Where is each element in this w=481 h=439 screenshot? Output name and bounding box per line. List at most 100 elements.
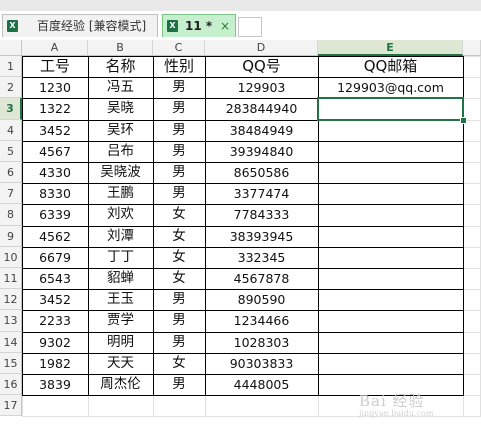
cell-id[interactable]: 4562 [22, 226, 88, 247]
cell-id[interactable]: 4330 [22, 162, 88, 183]
cell-id[interactable]: 6543 [22, 268, 88, 289]
cell-email[interactable] [318, 332, 463, 353]
row-header-16[interactable]: 16 [0, 374, 22, 396]
cell-gender[interactable]: 男 [153, 120, 205, 141]
cell-id[interactable]: 6679 [22, 247, 88, 268]
cell-name[interactable]: 吴晓 [88, 98, 153, 119]
cell-qq[interactable]: 4448005 [205, 374, 318, 395]
cell-id[interactable]: 6339 [22, 204, 88, 225]
cell-email[interactable] [318, 268, 463, 289]
cell-email[interactable] [318, 162, 463, 183]
row-header-4[interactable]: 4 [0, 119, 22, 141]
cell-name[interactable]: 王玉 [88, 289, 153, 310]
row-header-5[interactable]: 5 [0, 140, 22, 162]
cell-qq[interactable]: 283844940 [205, 98, 318, 119]
cell-id[interactable]: 1230 [22, 77, 88, 98]
cell-qq[interactable]: 4567878 [205, 268, 318, 289]
cell-qq[interactable]: 8650586 [205, 162, 318, 183]
cell-gender[interactable]: 男 [153, 183, 205, 204]
cell-id[interactable]: 9302 [22, 332, 88, 353]
row-header-7[interactable]: 7 [0, 183, 22, 205]
header-cell-qq[interactable]: QQ号 [205, 56, 318, 77]
row-header-9[interactable]: 9 [0, 225, 22, 247]
cell-id[interactable]: 8330 [22, 183, 88, 204]
cell-gender[interactable]: 女 [153, 247, 205, 268]
tab-baidu-jingyan[interactable]: X 百度经验 [兼容模式] [2, 14, 158, 37]
cell-qq[interactable]: 39394840 [205, 141, 318, 162]
cell-id[interactable]: 4567 [22, 141, 88, 162]
cell-email[interactable] [318, 183, 463, 204]
cell-qq[interactable]: 7784333 [205, 204, 318, 225]
cell-name[interactable]: 吴环 [88, 120, 153, 141]
column-header-e[interactable]: E [318, 40, 463, 56]
cell-name[interactable]: 贾学 [88, 310, 153, 331]
cell-id[interactable]: 1322 [22, 98, 88, 119]
cell-gender[interactable]: 男 [153, 77, 205, 98]
cell-email[interactable] [318, 247, 463, 268]
cell-gender[interactable]: 男 [153, 98, 205, 119]
cell-id[interactable]: 3452 [22, 120, 88, 141]
cell-gender[interactable]: 男 [153, 289, 205, 310]
cell-qq[interactable]: 129903 [205, 77, 318, 98]
cell-qq[interactable]: 1234466 [205, 310, 318, 331]
column-header-b[interactable]: B [88, 40, 153, 56]
cell-name[interactable]: 吴晓波 [88, 162, 153, 183]
active-cell-cursor[interactable] [317, 97, 464, 121]
cell-gender[interactable]: 男 [153, 332, 205, 353]
cell-qq[interactable]: 38393945 [205, 226, 318, 247]
column-header-a[interactable]: A [22, 40, 88, 56]
row-header-14[interactable]: 14 [0, 331, 22, 353]
row-header-3[interactable]: 3 [0, 98, 22, 120]
cell-id[interactable]: 2233 [22, 310, 88, 331]
cell-gender[interactable]: 男 [153, 374, 205, 395]
cell-email[interactable] [318, 204, 463, 225]
cell-gender[interactable]: 女 [153, 226, 205, 247]
tab-11[interactable]: X 11 * × [162, 14, 236, 37]
cell-name[interactable]: 刘潭 [88, 226, 153, 247]
row-header-15[interactable]: 15 [0, 352, 22, 374]
cell-name[interactable]: 周杰伦 [88, 374, 153, 395]
cell-name[interactable]: 刘欢 [88, 204, 153, 225]
cell-gender[interactable]: 女 [153, 204, 205, 225]
row-header-2[interactable]: 2 [0, 77, 22, 99]
row-header-13[interactable]: 13 [0, 310, 22, 332]
cell-qq[interactable]: 890590 [205, 289, 318, 310]
column-header-d[interactable]: D [205, 40, 318, 56]
header-cell-gender[interactable]: 性别 [153, 56, 205, 77]
cell-gender[interactable]: 男 [153, 310, 205, 331]
row-header-17[interactable]: 17 [0, 395, 22, 417]
cell-name[interactable]: 丁丁 [88, 247, 153, 268]
cell-name[interactable]: 貂蝉 [88, 268, 153, 289]
cell-qq[interactable]: 1028303 [205, 332, 318, 353]
cell-gender[interactable]: 男 [153, 162, 205, 183]
row-header-12[interactable]: 12 [0, 289, 22, 311]
column-header-c[interactable]: C [153, 40, 205, 56]
new-tab-button[interactable] [238, 17, 262, 37]
cell-gender[interactable]: 男 [153, 141, 205, 162]
cell-gender[interactable]: 女 [153, 353, 205, 374]
cell-email[interactable] [318, 353, 463, 374]
row-header-10[interactable]: 10 [0, 246, 22, 268]
header-cell-email[interactable]: QQ邮箱 [318, 56, 463, 77]
cell-email[interactable] [318, 226, 463, 247]
cell-id[interactable]: 3839 [22, 374, 88, 395]
cell-email[interactable]: 129903@qq.com [318, 77, 463, 98]
cell-qq[interactable]: 3377474 [205, 183, 318, 204]
cell-email[interactable] [318, 120, 463, 141]
fill-handle[interactable] [460, 116, 467, 124]
cell-name[interactable]: 冯五 [88, 77, 153, 98]
cell-qq[interactable]: 332345 [205, 247, 318, 268]
header-cell-id[interactable]: 工号 [22, 56, 88, 77]
row-header-6[interactable]: 6 [0, 162, 22, 184]
cell-qq[interactable]: 90303833 [205, 353, 318, 374]
cell-email[interactable] [318, 289, 463, 310]
cell-name[interactable]: 天天 [88, 353, 153, 374]
cell-id[interactable]: 1982 [22, 353, 88, 374]
row-header-11[interactable]: 11 [0, 268, 22, 290]
cell-name[interactable]: 明明 [88, 332, 153, 353]
cell-id[interactable]: 3452 [22, 289, 88, 310]
cell-email[interactable] [318, 310, 463, 331]
cell-name[interactable]: 吕布 [88, 141, 153, 162]
cell-email[interactable] [318, 141, 463, 162]
row-header-8[interactable]: 8 [0, 204, 22, 226]
